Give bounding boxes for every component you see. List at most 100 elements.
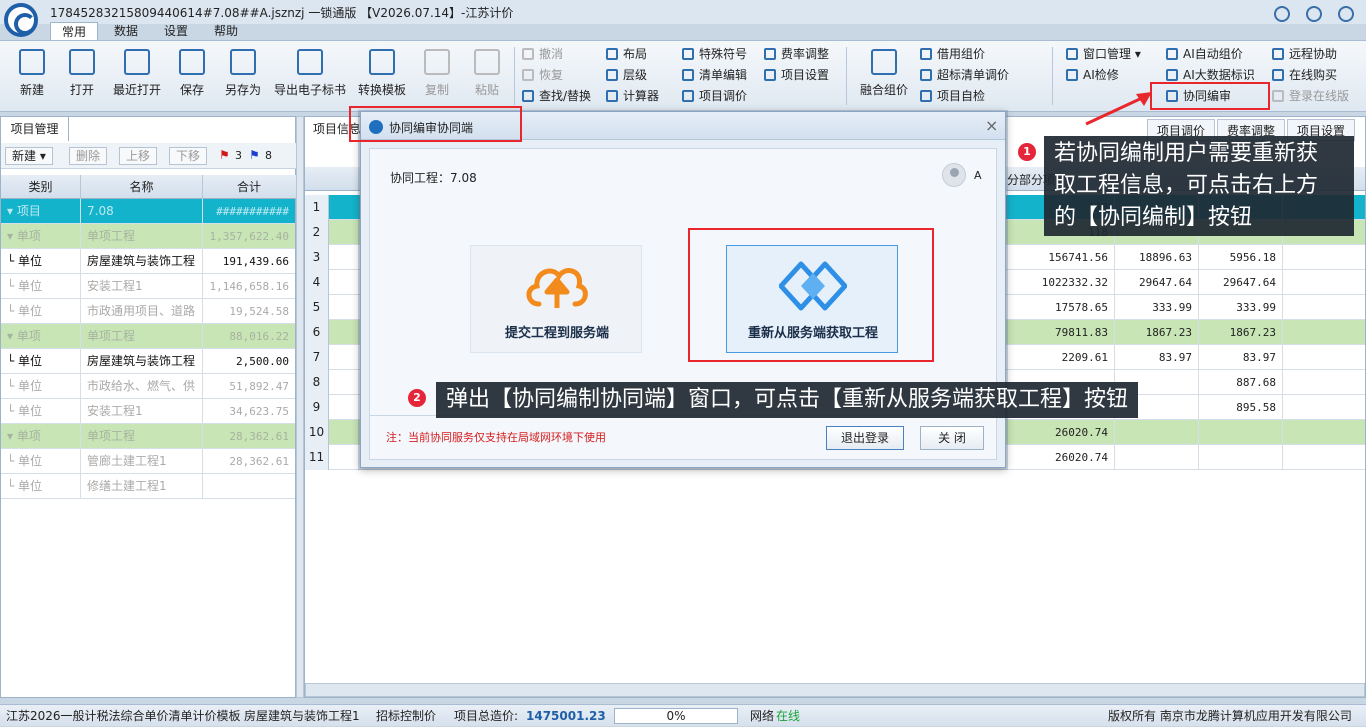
table-row[interactable]: ▾ 单项 单项工程 88,016.22: [1, 324, 295, 349]
rate-adjust-button[interactable]: 费率调整: [764, 44, 829, 64]
upload-project-button[interactable]: 提交工程到服务端: [470, 245, 642, 353]
table-cell[interactable]: [1201, 445, 1283, 470]
table-cell[interactable]: 333.99: [1117, 295, 1199, 320]
tab-help[interactable]: 帮助: [204, 22, 248, 40]
table-cell[interactable]: 83.97: [1117, 345, 1199, 370]
login-online-button[interactable]: 登录在线版: [1272, 86, 1349, 106]
move-down-button[interactable]: 下移: [169, 147, 208, 165]
move-up-button[interactable]: 上移: [119, 147, 158, 165]
tab-data[interactable]: 数据: [104, 22, 148, 40]
column-header[interactable]: 合计: [203, 175, 295, 199]
copy-button[interactable]: 复制: [420, 45, 454, 107]
column-header[interactable]: 类别: [1, 175, 81, 199]
logout-button[interactable]: 退出登录: [826, 426, 904, 450]
app-logo-icon[interactable]: [4, 3, 38, 37]
table-cell[interactable]: 29647.64: [1201, 270, 1283, 295]
list-edit-button[interactable]: 清单编辑: [682, 65, 747, 85]
window-manage-button[interactable]: 窗口管理 ▾: [1066, 44, 1141, 64]
tree-toggle-icon[interactable]: └: [7, 454, 18, 468]
table-row[interactable]: └ 单位 修缮土建工程1: [1, 474, 295, 499]
table-row[interactable]: └ 单位 市政通用项目、道路 19,524.58: [1, 299, 295, 324]
table-row[interactable]: ▾ 单项 单项工程 28,362.61: [1, 424, 295, 449]
project-price-adjust-button[interactable]: 项目调价: [682, 86, 747, 106]
new-button[interactable]: 新建: [12, 45, 52, 107]
table-cell[interactable]: 887.68: [1201, 370, 1283, 395]
table-cell[interactable]: 895.58: [1201, 395, 1283, 420]
delete-button[interactable]: 删除: [69, 147, 108, 165]
table-row[interactable]: ▾ 单项 单项工程 1,357,622.40: [1, 224, 295, 249]
close-button[interactable]: 关 闭: [920, 426, 984, 450]
tree-toggle-icon[interactable]: └: [7, 304, 18, 318]
table-row[interactable]: └ 单位 管廊土建工程1 28,362.61: [1, 449, 295, 474]
calculator-button[interactable]: 计算器: [606, 86, 659, 106]
level-button[interactable]: 层级: [606, 65, 647, 85]
table-cell[interactable]: 83.97: [1201, 345, 1283, 370]
tree-toggle-icon[interactable]: └: [7, 354, 18, 368]
avatar[interactable]: [942, 163, 966, 187]
over-limit-adjust-button[interactable]: 超标清单调价: [920, 65, 1009, 85]
tree-toggle-icon[interactable]: ▾: [7, 204, 17, 218]
red-flag-icon[interactable]: ⚑: [219, 148, 230, 162]
table-cell[interactable]: [1201, 420, 1283, 445]
table-cell[interactable]: [1117, 420, 1199, 445]
tree-toggle-icon[interactable]: └: [7, 479, 18, 493]
restore-icon[interactable]: [1306, 6, 1322, 22]
tab-settings[interactable]: 设置: [154, 22, 198, 40]
splitter-handle[interactable]: [296, 116, 304, 698]
table-cell[interactable]: 18896.63: [1117, 245, 1199, 270]
paste-button[interactable]: 粘贴: [470, 45, 504, 107]
find-replace-button[interactable]: 查找/替换: [522, 86, 591, 106]
table-row[interactable]: └ 单位 房屋建筑与装饰工程 191,439.66: [1, 249, 295, 274]
save-as-button[interactable]: 另存为: [220, 45, 266, 107]
convert-template-button[interactable]: 转换模板: [354, 45, 410, 107]
table-row[interactable]: └ 单位 安装工程1 34,623.75: [1, 399, 295, 424]
layout-button[interactable]: 布局: [606, 44, 647, 64]
table-cell[interactable]: 1867.23: [1201, 320, 1283, 345]
open-button[interactable]: 打开: [62, 45, 102, 107]
tab-common[interactable]: 常用: [50, 22, 98, 40]
special-symbol-button[interactable]: 特殊符号: [682, 44, 747, 64]
table-cell[interactable]: 26020.74: [1007, 445, 1115, 470]
table-cell[interactable]: 79811.83: [1007, 320, 1115, 345]
minimize-icon[interactable]: [1274, 6, 1290, 22]
online-purchase-button[interactable]: 在线购买: [1272, 65, 1337, 85]
close-icon[interactable]: ×: [985, 116, 998, 135]
table-cell[interactable]: 29647.64: [1117, 270, 1199, 295]
ai-auto-pricing-button[interactable]: AI自动组价: [1166, 44, 1243, 64]
undo-button[interactable]: 撤消: [522, 44, 563, 64]
table-cell[interactable]: 5956.18: [1201, 245, 1283, 270]
tab-project-manager[interactable]: 项目管理: [1, 117, 69, 141]
new-dropdown-button[interactable]: 新建 ▾: [5, 147, 53, 165]
tree-toggle-icon[interactable]: └: [7, 279, 18, 293]
tree-toggle-icon[interactable]: └: [7, 254, 18, 268]
horizontal-scrollbar[interactable]: [305, 683, 1365, 697]
project-settings-button[interactable]: 项目设置: [764, 65, 829, 85]
remote-assist-button[interactable]: 远程协助: [1272, 44, 1337, 64]
save-button[interactable]: 保存: [172, 45, 212, 107]
borrow-pricing-button[interactable]: 借用组价: [920, 44, 985, 64]
tree-toggle-icon[interactable]: ▾: [7, 329, 17, 343]
tree-toggle-icon[interactable]: ▾: [7, 429, 17, 443]
merge-pricing-button[interactable]: 融合组价: [856, 45, 912, 107]
table-row[interactable]: └ 单位 安装工程1 1,146,658.16: [1, 274, 295, 299]
export-bid-button[interactable]: 导出电子标书: [272, 45, 348, 107]
table-cell[interactable]: 1867.23: [1117, 320, 1199, 345]
table-row[interactable]: └ 单位 房屋建筑与装饰工程 2,500.00: [1, 349, 295, 374]
table-cell[interactable]: 26020.74: [1007, 420, 1115, 445]
close-icon[interactable]: [1338, 6, 1354, 22]
table-cell[interactable]: 1022332.32: [1007, 270, 1115, 295]
project-self-check-button[interactable]: 项目自检: [920, 86, 985, 106]
table-cell[interactable]: 333.99: [1201, 295, 1283, 320]
table-row[interactable]: ▾ 项目 7.08 ###########: [1, 199, 295, 224]
blue-flag-icon[interactable]: ⚑: [249, 148, 260, 162]
table-cell[interactable]: 17578.65: [1007, 295, 1115, 320]
tree-toggle-icon[interactable]: └: [7, 379, 18, 393]
tree-toggle-icon[interactable]: ▾: [7, 229, 17, 243]
table-cell[interactable]: [1117, 445, 1199, 470]
recent-button[interactable]: 最近打开: [110, 45, 164, 107]
table-row[interactable]: └ 单位 市政给水、燃气、供 51,892.47: [1, 374, 295, 399]
table-cell[interactable]: 2209.61: [1007, 345, 1115, 370]
column-header[interactable]: 名称: [81, 175, 203, 199]
redo-button[interactable]: 恢复: [522, 65, 563, 85]
table-cell[interactable]: 156741.56: [1007, 245, 1115, 270]
